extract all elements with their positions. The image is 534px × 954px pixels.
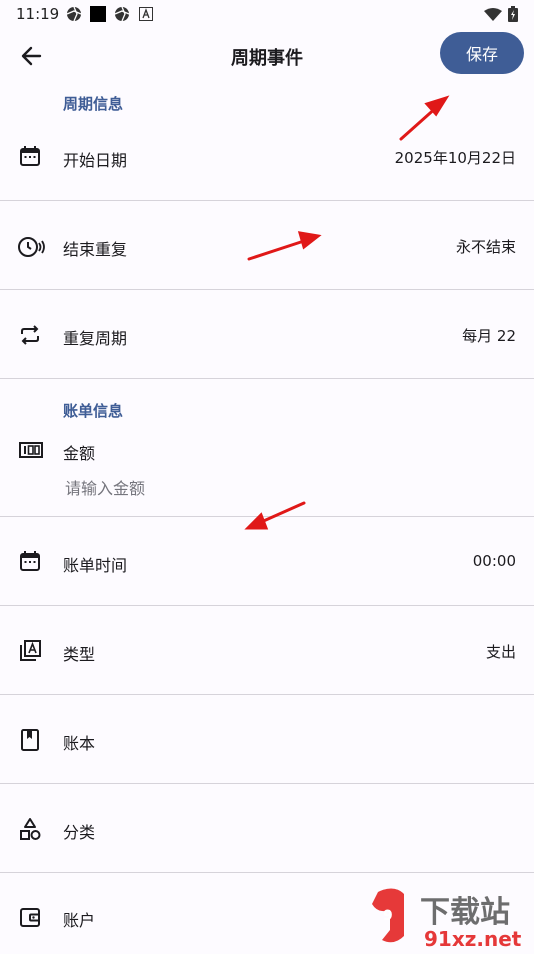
- category-label: 分类: [63, 823, 96, 842]
- start-date-label: 开始日期: [63, 151, 128, 170]
- repeat-cycle-value: 每月 22: [462, 327, 516, 345]
- repeat-cycle-row[interactable]: 重复周期 每月 22: [0, 290, 534, 379]
- book-icon: [18, 728, 44, 754]
- section-title-cycle-info: 周期信息: [63, 95, 124, 113]
- wifi-icon: [484, 7, 502, 26]
- end-repeat-label: 结束重复: [63, 240, 128, 259]
- save-button[interactable]: 保存: [440, 32, 524, 74]
- account-label: 账户: [63, 911, 96, 930]
- start-date-value: 2025年10月22日: [394, 149, 516, 167]
- status-bar: 11:19: [0, 0, 534, 28]
- timer-alarm-icon: [17, 234, 45, 260]
- calendar-icon: [18, 144, 44, 170]
- status-system-icons: [484, 6, 518, 26]
- status-notification-icons: [66, 6, 154, 22]
- watermark-url: 91xz.net: [424, 927, 522, 950]
- calendar-icon: [18, 549, 44, 575]
- amount-input[interactable]: [63, 474, 487, 502]
- font-a-icon: [138, 6, 154, 22]
- ledger-label: 账本: [63, 734, 96, 753]
- money-icon: [18, 438, 44, 462]
- black-square-icon: [90, 6, 106, 22]
- repeat-cycle-label: 重复周期: [63, 329, 128, 348]
- aperture-icon: [66, 6, 82, 22]
- watermark-text: 下载站: [420, 895, 510, 930]
- app-bar: 周期事件 保存: [0, 28, 534, 84]
- ledger-row[interactable]: 账本: [0, 695, 534, 784]
- bill-time-row[interactable]: 账单时间 00:00: [0, 517, 534, 606]
- end-repeat-row[interactable]: 结束重复 永不结束: [0, 201, 534, 290]
- bill-time-value: 00:00: [472, 552, 516, 570]
- shapes-icon: [18, 817, 44, 843]
- watermark-logo: 9 下载站 91xz.net: [364, 884, 534, 951]
- divider: [0, 378, 534, 379]
- section-title-bill-info: 账单信息: [63, 402, 124, 420]
- battery-charging-icon: [508, 6, 518, 26]
- type-label: 类型: [63, 645, 96, 664]
- bill-time-label: 账单时间: [63, 556, 128, 575]
- start-date-row[interactable]: 开始日期 2025年10月22日: [0, 112, 534, 201]
- amount-label: 金额: [63, 444, 96, 463]
- status-time: 11:19: [16, 5, 60, 23]
- category-row[interactable]: 分类: [0, 784, 534, 873]
- repeat-icon: [18, 323, 44, 349]
- end-repeat-value: 永不结束: [455, 238, 516, 256]
- svg-text:9: 9: [383, 908, 393, 924]
- type-row[interactable]: 类型 支出: [0, 606, 534, 695]
- wallet-icon: [18, 905, 44, 931]
- font-library-icon: [18, 639, 44, 665]
- aperture-icon: [114, 6, 130, 22]
- type-value: 支出: [485, 643, 516, 661]
